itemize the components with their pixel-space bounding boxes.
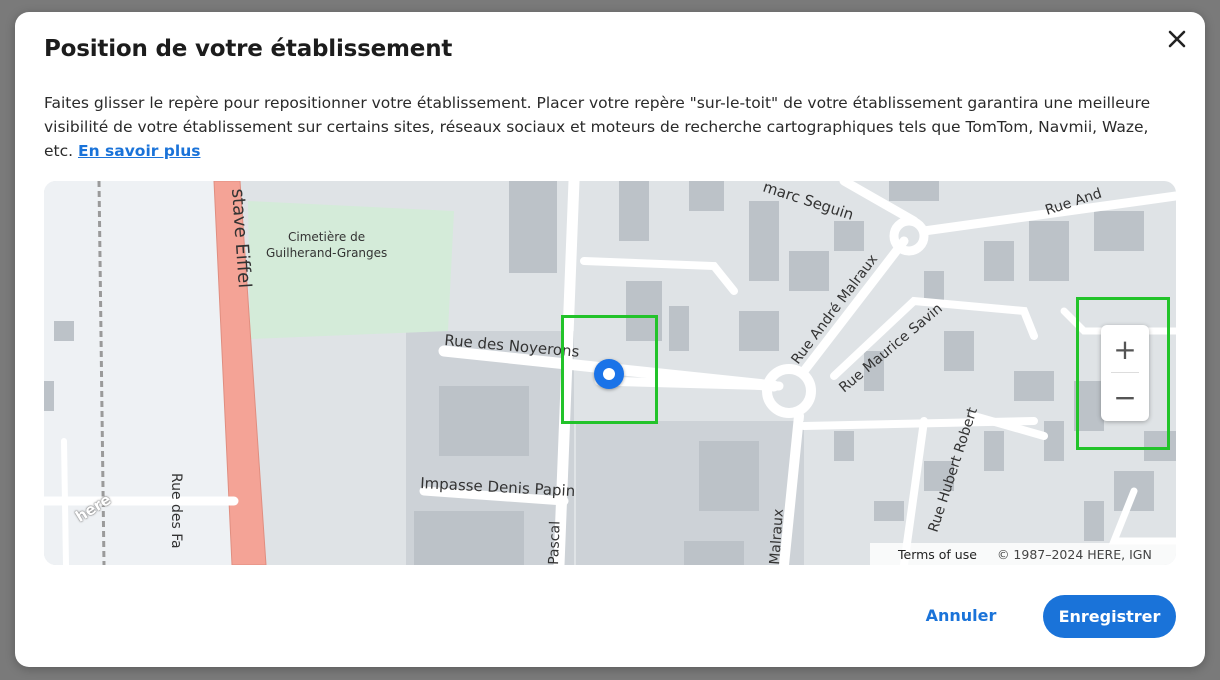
street-label-rue-des-fa: Rue des Fa <box>168 473 184 549</box>
location-dialog: Position de votre établissement Faites g… <box>15 12 1205 667</box>
close-icon <box>1168 30 1186 48</box>
save-button[interactable]: Enregistrer <box>1043 595 1176 638</box>
dialog-description: Faites glisser le repère pour reposition… <box>44 94 1151 160</box>
close-button[interactable] <box>1164 26 1190 52</box>
dialog-title: Position de votre établissement <box>44 36 453 62</box>
cancel-button[interactable]: Annuler <box>907 593 1015 637</box>
street-label-cemetery-1: Cimetière de <box>288 230 365 244</box>
terms-of-use-link[interactable]: Terms of use <box>898 547 977 562</box>
pin-highlight-box <box>561 315 658 424</box>
street-label-pascal: Pascal <box>546 521 564 565</box>
learn-more-link[interactable]: En savoir plus <box>78 142 200 160</box>
zoom-highlight-box <box>1076 297 1170 450</box>
map-attribution: Terms of use © 1987–2024 HERE, IGN <box>870 543 1176 565</box>
street-label-cemetery-2: Guilherand-Granges <box>266 246 387 260</box>
map-view[interactable]: stave Eiffel Cimetière de Guilherand-Gra… <box>44 181 1176 565</box>
copyright-text: © 1987–2024 HERE, IGN <box>996 546 1152 562</box>
